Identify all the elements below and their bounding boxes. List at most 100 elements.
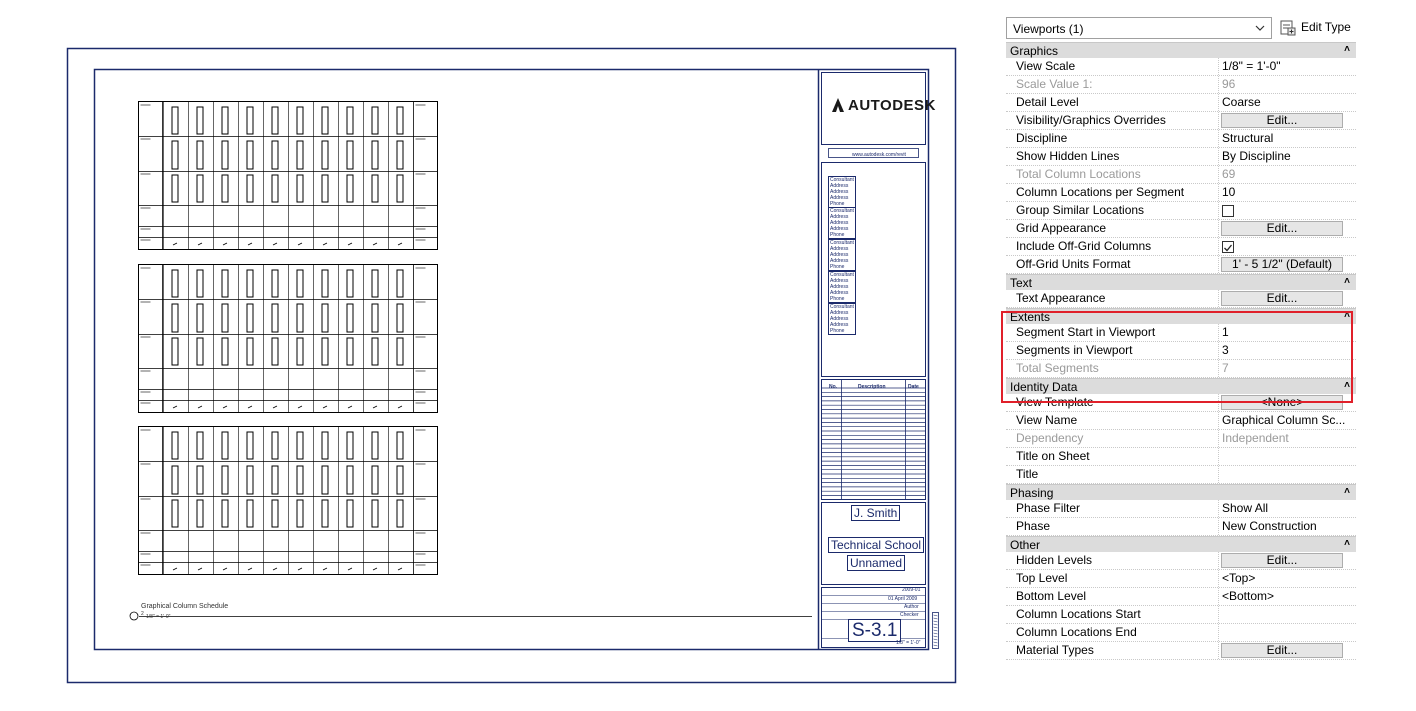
property-value-cell[interactable]: Structural [1218,130,1354,147]
column-bar [246,465,254,495]
column-bar [171,465,179,495]
property-value-cell[interactable]: By Discipline [1218,148,1354,165]
collapse-chevron-icon[interactable]: ˄ [1344,276,1350,287]
column-bar [321,337,329,366]
property-value-cell[interactable]: Coarse [1218,94,1354,111]
consultant-block: Consultant Address Address Address Phone [828,303,856,335]
column-bar [271,337,279,366]
property-name: Column Locations End [1016,625,1137,639]
column-bar [346,499,354,528]
column-bar [171,174,179,203]
column-bar [196,337,204,366]
property-value-cell[interactable]: New Construction [1218,518,1354,535]
schedule-title: Graphical Column Schedule [141,603,229,610]
group-header-other[interactable]: Other ˄ [1006,536,1356,552]
property-value-cell: 96 [1218,76,1354,93]
column-bar [171,140,179,170]
column-bar [321,140,329,170]
property-row-view-name: View Name Graphical Column Sc... [1006,412,1356,430]
column-bar [371,337,379,366]
property-value-cell[interactable]: Edit... [1218,290,1354,307]
group-header-extents[interactable]: Extents ˄ [1006,308,1356,324]
grid-tick [297,567,303,571]
grid-tick [272,567,278,571]
property-row-column-locations-per-segment: Column Locations per Segment 10 [1006,184,1356,202]
property-value-cell[interactable]: <Top> [1218,570,1354,587]
property-value-cell[interactable]: Graphical Column Sc... [1218,412,1354,429]
column-bar [246,106,254,135]
grid-tick [372,405,378,409]
grid-tick [397,405,403,409]
side-stamp-mark [933,626,938,629]
column-bar [321,269,329,298]
property-value-cell[interactable]: 10 [1218,184,1354,201]
property-row-segment-start-in-viewport: Segment Start in Viewport 1 [1006,324,1356,342]
type-selector-label: Viewports (1) [1013,22,1084,36]
checkbox-unchecked[interactable] [1222,205,1234,217]
group-header-graphics[interactable]: Graphics ˄ [1006,42,1356,58]
property-value-cell[interactable]: 1' - 5 1/2" (Default) [1218,256,1354,273]
property-edit-button[interactable]: <None> [1221,395,1343,410]
column-bar [296,431,304,460]
column-bar [296,465,304,495]
sheet-view[interactable]: AUTODESK www.autodesk.com/revit J. Smith… [0,0,990,711]
column-bar [321,174,329,203]
consultant-block: Consultant Address Address Address Phone [828,176,856,208]
checkbox-checked[interactable] [1222,241,1234,253]
group-header-phasing[interactable]: Phasing ˄ [1006,484,1356,500]
property-value-cell: 69 [1218,166,1354,183]
revision-header-date: Date [908,384,919,390]
property-name: Dependency [1016,431,1084,445]
property-edit-button[interactable]: Edit... [1221,643,1343,658]
column-bar [171,269,179,298]
collapse-chevron-icon[interactable]: ˄ [1344,380,1350,391]
column-bar [346,174,354,203]
property-value-cell[interactable] [1218,466,1354,483]
property-value-cell[interactable] [1218,238,1354,255]
grid-tick [397,567,403,571]
property-row-show-hidden-lines: Show Hidden Lines By Discipline [1006,148,1356,166]
side-stamp-mark [933,632,938,635]
property-value-cell[interactable]: Edit... [1218,552,1354,569]
column-bar [371,431,379,460]
column-bar [296,174,304,203]
group-name: Extents [1010,310,1051,324]
property-value-cell[interactable]: Edit... [1218,220,1354,237]
property-value-cell[interactable]: <None> [1218,394,1354,411]
collapse-chevron-icon[interactable]: ˄ [1344,486,1350,497]
schedule-segment-frame [138,101,438,250]
property-row-detail-level: Detail Level Coarse [1006,94,1356,112]
property-value-cell[interactable]: Edit... [1218,112,1354,129]
property-value-cell[interactable]: 1 [1218,324,1354,341]
property-value-cell[interactable]: <Bottom> [1218,588,1354,605]
property-name: Title on Sheet [1016,449,1090,463]
property-edit-button[interactable]: Edit... [1221,113,1343,128]
property-value: 3 [1222,343,1229,357]
column-bar [346,106,354,135]
collapse-chevron-icon[interactable]: ˄ [1344,44,1350,55]
column-bar [296,140,304,170]
revision-header-no: No. [829,384,838,390]
group-header-text[interactable]: Text ˄ [1006,274,1356,290]
property-value-cell[interactable]: Edit... [1218,642,1354,659]
property-row-off-grid-units-format: Off-Grid Units Format 1' - 5 1/2" (Defaul… [1006,256,1356,274]
column-bar [196,140,204,170]
property-value-cell[interactable]: 3 [1218,342,1354,359]
property-edit-button[interactable]: 1' - 5 1/2" (Default) [1221,257,1343,272]
consultant-line: Phone [830,232,845,238]
collapse-chevron-icon[interactable]: ˄ [1344,538,1350,549]
collapse-chevron-icon[interactable]: ˄ [1344,310,1350,321]
property-row-view-scale: View Scale 1/8" = 1'-0" [1006,58,1356,76]
type-selector-dropdown[interactable]: Viewports (1) [1006,17,1272,39]
project-number: 2009-01 [902,587,921,593]
property-edit-button[interactable]: Edit... [1221,553,1343,568]
property-value-cell[interactable]: 1/8" = 1'-0" [1218,58,1354,75]
property-edit-button[interactable]: Edit... [1221,221,1343,236]
property-value-cell[interactable] [1218,448,1354,465]
property-value-cell[interactable]: Show All [1218,500,1354,517]
property-value-cell[interactable] [1218,624,1354,641]
property-value-cell[interactable] [1218,202,1354,219]
group-header-identity-data[interactable]: Identity Data ˄ [1006,378,1356,394]
property-edit-button[interactable]: Edit... [1221,291,1343,306]
property-value-cell[interactable] [1218,606,1354,623]
